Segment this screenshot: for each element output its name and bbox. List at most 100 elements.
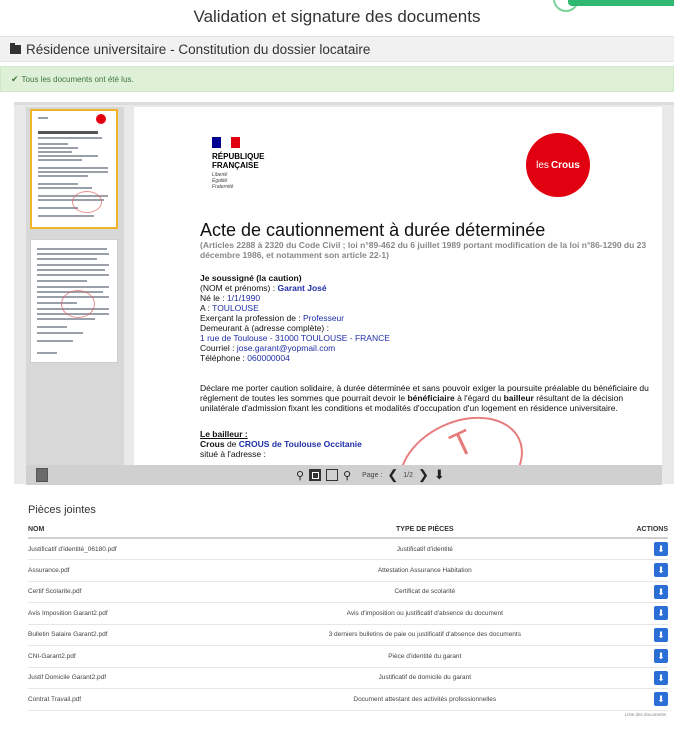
row-type: 3 derniers bulletins de paie ou justific…	[245, 624, 604, 646]
republique-line-2: FRANÇAISE	[212, 161, 259, 170]
profession-value: Professeur	[303, 313, 345, 323]
row-name: Avis Imposition Garant2.pdf	[28, 602, 246, 625]
fit-page-icon[interactable]	[309, 469, 322, 481]
situe-label: situé à l'adresse :	[200, 449, 266, 459]
attachments-header-row: NOM TYPE DE PIÈCES ACTIONS	[28, 522, 668, 539]
col-type: TYPE DE PIÈCES	[245, 522, 604, 539]
row-name: Assurance.pdf	[28, 559, 246, 582]
republique-line-1: RÉPUBLIQUE	[212, 152, 265, 161]
download-icon[interactable]: ⬇	[654, 670, 668, 685]
soussigne-label: Je soussigné (la caution)	[200, 273, 302, 283]
col-actions: ACTIONS	[603, 522, 668, 539]
caution-fields: Je soussigné (la caution) (NOM et prénom…	[200, 273, 390, 363]
table-row: Justificatif d'identité_06180.pdf Justifi…	[28, 538, 668, 560]
adresse-value: 1 rue de Toulouse - 31000 TOULOUSE - FRA…	[200, 333, 390, 343]
nom-value: Garant José	[277, 283, 327, 293]
corner-bar	[568, 0, 674, 6]
download-document-icon[interactable]: ⬇	[434, 467, 445, 483]
ne-le-value: 1/1/1990	[226, 293, 261, 303]
document-viewer: RÉPUBLIQUE FRANÇAISE Liberté Égalité Fra…	[14, 102, 674, 485]
row-type: Pièce d'identité du garant	[245, 645, 604, 668]
row-name: Certif Scolarite.pdf	[28, 581, 246, 603]
crous-logo-prefix: les	[536, 159, 549, 171]
crous-logo: les Crous	[526, 133, 590, 197]
download-icon[interactable]: ⬇	[654, 542, 668, 556]
sidebar-toggle-icon[interactable]	[36, 468, 48, 482]
folder-icon	[10, 42, 21, 54]
page-header: Validation et signature des documents	[0, 0, 674, 34]
row-name: Justificatif d'identité_06180.pdf	[28, 538, 246, 560]
zoom-in-icon[interactable]: ⚲	[343, 469, 351, 482]
attachments-table: NOM TYPE DE PIÈCES ACTIONS Justificatif …	[28, 522, 668, 711]
courriel-label: Courriel :	[200, 343, 235, 353]
thumbnail-page-1[interactable]	[30, 109, 118, 229]
col-nom: NOM	[28, 522, 246, 539]
check-icon: ✔	[11, 73, 19, 84]
para-part-2: à l'égard du	[457, 393, 502, 403]
alert-text: Tous les documents ont été lus.	[21, 74, 134, 84]
crous-logo-name: Crous	[550, 159, 580, 171]
document-page: RÉPUBLIQUE FRANÇAISE Liberté Égalité Fra…	[134, 107, 662, 465]
row-name: Justif Domicile Garant2.pdf	[28, 667, 246, 689]
thumbnail-page-2[interactable]	[30, 239, 118, 363]
a-value: TOULOUSE	[212, 303, 259, 313]
crous-value: CROUS de Toulouse Occitanie	[238, 439, 362, 449]
republique-francaise-logo: RÉPUBLIQUE FRANÇAISE Liberté Égalité Fra…	[212, 137, 264, 190]
next-page-icon[interactable]: ❯	[418, 467, 429, 483]
para-bold-1: bénéficiaire	[407, 393, 455, 403]
success-alert: ✔ Tous les documents ont été lus.	[0, 66, 674, 92]
download-icon[interactable]: ⬇	[654, 584, 668, 599]
row-name: Contrat Travail.pdf	[28, 688, 246, 711]
table-row: Assurance.pdf Attestation Assurance Habit…	[28, 559, 668, 582]
panel-title: Résidence universitaire - Constitution d…	[26, 41, 371, 57]
table-row: Justif Domicile Garant2.pdf Justificatif …	[28, 667, 668, 689]
page: Validation et signature des documents Ré…	[0, 0, 674, 747]
para-bold-2: bailleur	[503, 393, 534, 403]
courriel-value: jose.garant@yopmail.com	[236, 343, 336, 353]
row-type: Justificatif d'identité	[245, 538, 604, 560]
table-row: Avis Imposition Garant2.pdf Avis d'imposi…	[28, 602, 668, 625]
table-row: Certif Scolarite.pdf Certificat de scolar…	[28, 581, 668, 603]
table-footnote: Liste des documents	[624, 712, 666, 717]
viewer-tools: ⚲ ⚲ Page : ❮ 1/2 ❯ ⬇	[296, 467, 445, 483]
nom-label: (NOM et prénoms) :	[200, 283, 276, 293]
a-label: A :	[200, 303, 210, 313]
attachments-title: Pièces jointes	[28, 504, 96, 516]
thumbnail-panel	[26, 107, 124, 465]
viewer-toolbar: ⚲ ⚲ Page : ❮ 1/2 ❯ ⬇	[26, 465, 662, 485]
row-name: CNI-Garant2.pdf	[28, 645, 246, 668]
table-row: CNI-Garant2.pdf Pièce d'identité du garan…	[28, 645, 668, 668]
page-indicator: 1/2	[403, 471, 414, 479]
row-type: Certificat de scolarité	[245, 581, 604, 603]
previous-page-icon[interactable]: ❮	[387, 467, 398, 483]
telephone-value: 060000004	[247, 353, 290, 363]
profession-label: Exerçant la profession de :	[200, 313, 301, 323]
fit-width-icon[interactable]	[326, 469, 339, 481]
marianne-flag-icon	[212, 137, 240, 148]
corner-decoration	[553, 0, 674, 12]
devise-3: Fraternité	[212, 184, 234, 190]
demeurant-label: Demeurant à (adresse complète) :	[200, 323, 329, 333]
row-type: Attestation Assurance Habitation	[245, 559, 604, 582]
bailleur-label: Le bailleur :	[200, 429, 248, 439]
download-icon[interactable]: ⬇	[654, 563, 668, 578]
download-icon[interactable]: ⬇	[654, 692, 668, 707]
download-icon[interactable]: ⬇	[654, 606, 668, 621]
download-icon[interactable]: ⬇	[654, 649, 668, 664]
document-subtitle: (Articles 2288 à 2320 du Code Civil ; lo…	[200, 240, 647, 260]
de-label: de	[226, 439, 237, 449]
page-label: Page :	[362, 471, 383, 479]
ne-le-label: Né le :	[200, 293, 225, 303]
document-title: Acte de cautionnement à durée déterminée	[200, 220, 546, 240]
panel-header: Résidence universitaire - Constitution d…	[0, 36, 674, 62]
download-icon[interactable]: ⬇	[654, 627, 668, 642]
table-row: Bulletin Salaire Garant2.pdf 3 derniers b…	[28, 624, 668, 646]
crous-label: Crous	[200, 439, 225, 449]
row-name: Bulletin Salaire Garant2.pdf	[28, 624, 246, 646]
row-type: Document attestant des activités profess…	[245, 688, 604, 711]
page-title: Validation et signature des documents	[193, 7, 481, 26]
table-row: Contrat Travail.pdf Document attestant de…	[28, 688, 668, 711]
telephone-label: Téléphone :	[200, 353, 245, 363]
row-type: Avis d'imposition ou justificatif d'abse…	[245, 602, 604, 625]
zoom-out-icon[interactable]: ⚲	[296, 469, 304, 482]
